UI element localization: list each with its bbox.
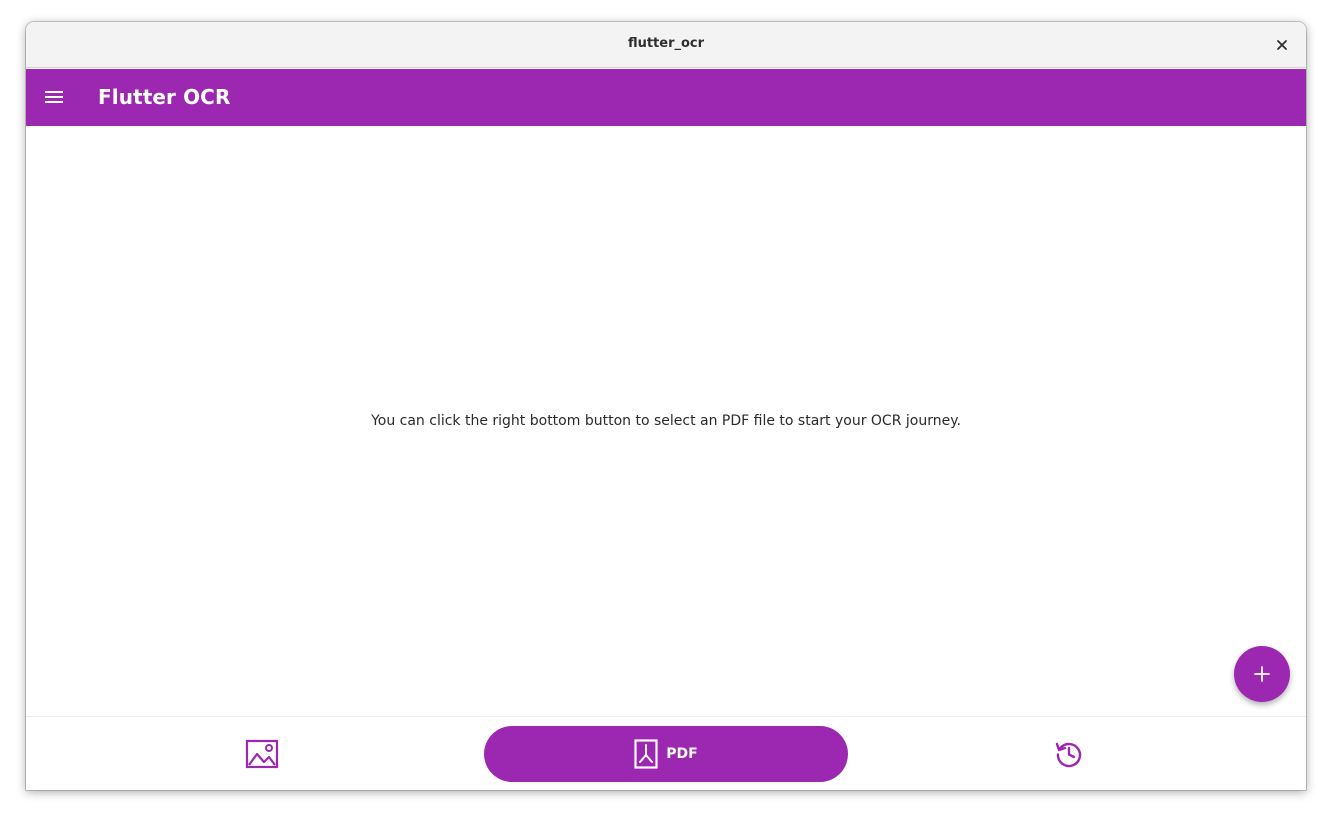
add-file-button[interactable]: [1234, 646, 1290, 702]
close-button[interactable]: [1272, 35, 1292, 55]
app-window: flutter_ocr Flutter OCR You can click th…: [26, 22, 1306, 790]
image-icon: [245, 739, 279, 769]
pdf-icon: [634, 739, 658, 769]
window-title: flutter_ocr: [627, 36, 705, 51]
nav-item-image[interactable]: [238, 733, 286, 775]
menu-icon: [45, 91, 63, 103]
main-content: You can click the right bottom button to…: [26, 126, 1306, 716]
nav-item-pdf-label: PDF: [666, 746, 698, 762]
close-icon: [1277, 40, 1287, 50]
empty-state-message: You can click the right bottom button to…: [371, 413, 961, 429]
page-title: Flutter OCR: [98, 85, 231, 109]
window-titlebar: flutter_ocr: [26, 22, 1306, 68]
nav-item-history[interactable]: [1045, 733, 1093, 775]
menu-button[interactable]: [42, 85, 66, 109]
nav-item-pdf[interactable]: PDF: [484, 726, 848, 782]
bottom-navigation: PDF: [26, 716, 1306, 790]
history-icon: [1055, 742, 1082, 768]
plus-icon: [1254, 666, 1270, 682]
app-bar: Flutter OCR: [26, 69, 1306, 126]
